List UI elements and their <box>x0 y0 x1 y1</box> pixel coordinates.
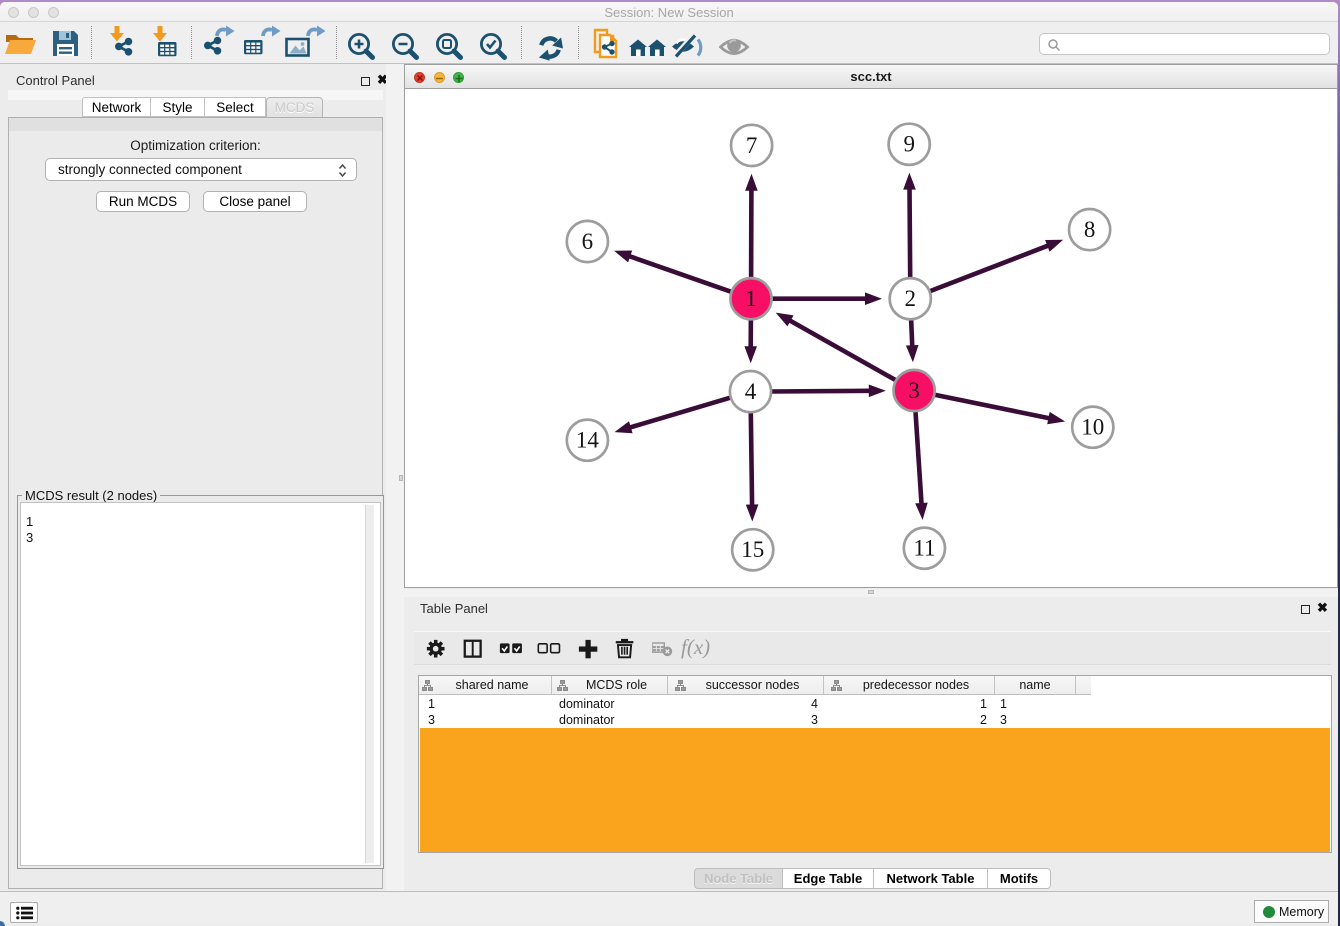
svg-text:1: 1 <box>745 286 757 311</box>
svg-text:10: 10 <box>1081 415 1104 440</box>
svg-text:2: 2 <box>905 286 917 311</box>
svg-text:14: 14 <box>576 428 600 453</box>
svg-text:15: 15 <box>741 537 764 562</box>
svg-text:8: 8 <box>1084 217 1096 242</box>
svg-text:9: 9 <box>903 132 915 157</box>
svg-text:f(x): f(x) <box>681 637 710 659</box>
svg-text:11: 11 <box>913 536 935 561</box>
svg-text:7: 7 <box>746 133 758 158</box>
svg-text:4: 4 <box>745 379 757 404</box>
svg-text:3: 3 <box>908 378 920 403</box>
svg-text:6: 6 <box>582 229 594 254</box>
